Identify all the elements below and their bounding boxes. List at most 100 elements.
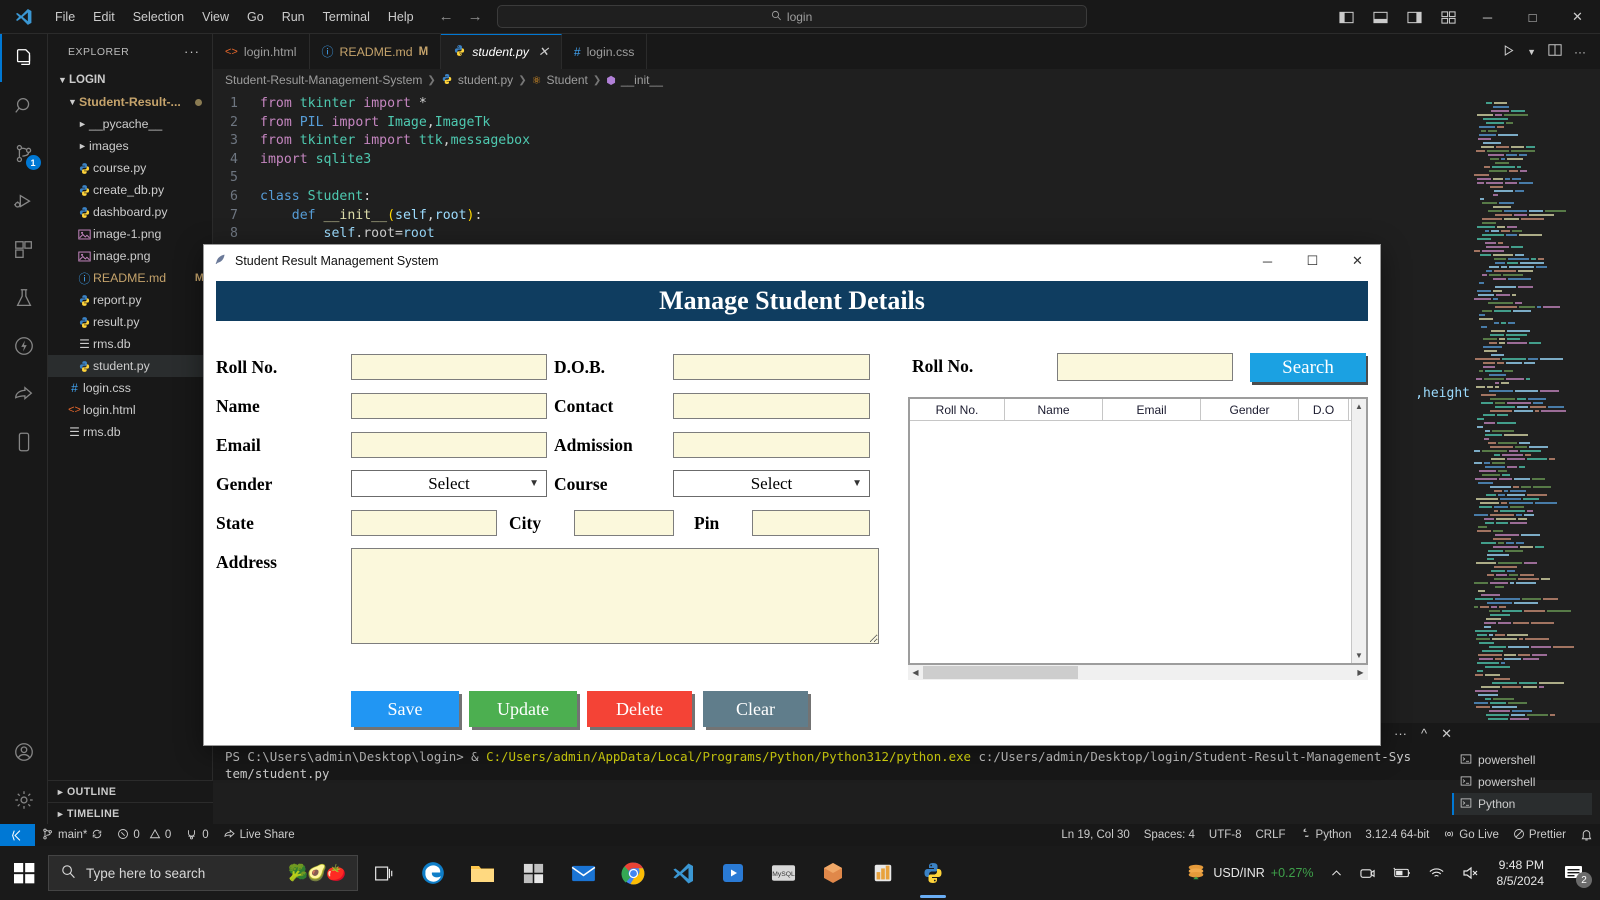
media-player-icon[interactable] <box>708 846 758 900</box>
edge-icon[interactable] <box>408 846 458 900</box>
th-email[interactable]: Email <box>1103 399 1201 420</box>
file-tree-item[interactable]: student.py <box>48 355 212 377</box>
input-contact[interactable] <box>673 393 870 419</box>
th-gender[interactable]: Gender <box>1201 399 1299 420</box>
file-tree-item[interactable]: ► __pycache__ <box>48 113 212 135</box>
input-roll-no[interactable] <box>351 354 547 380</box>
menu-edit[interactable]: Edit <box>84 6 124 28</box>
dropdown-gender[interactable]: Select ▼ <box>351 470 547 497</box>
clock-widget[interactable]: 9:48 PM 8/5/2024 <box>1487 857 1554 889</box>
breadcrumb-item-file[interactable]: student.py <box>458 73 513 87</box>
input-address[interactable] <box>351 548 879 644</box>
dialog-close-button[interactable]: ✕ <box>1335 245 1380 277</box>
sidebar-section-timeline[interactable]: ► TIMELINE <box>48 802 213 824</box>
menu-view[interactable]: View <box>193 6 238 28</box>
activity-explorer[interactable] <box>0 34 48 82</box>
activity-run-and-debug[interactable] <box>0 178 48 226</box>
task-view-icon[interactable] <box>358 846 408 900</box>
table-vertical-scrollbar[interactable]: ▲ ▼ <box>1351 399 1366 663</box>
tab-readme-md[interactable]: ⓘ README.md M <box>309 34 442 69</box>
scroll-right-icon[interactable]: ▶ <box>1353 668 1368 677</box>
status-prettier[interactable]: Prettier <box>1506 824 1573 846</box>
file-tree-item[interactable]: ☰ rms.db <box>48 421 212 443</box>
file-explorer-icon[interactable] <box>458 846 508 900</box>
window-close-button[interactable]: ✕ <box>1555 0 1600 34</box>
terminal-tab[interactable]: powershell <box>1452 749 1592 771</box>
dialog-maximize-button[interactable]: ☐ <box>1290 245 1335 277</box>
camera-icon[interactable] <box>1351 846 1384 900</box>
scroll-up-icon[interactable]: ▲ <box>1352 399 1366 414</box>
taskbar-search-box[interactable]: Type here to search 🥦🥑🍅 <box>48 855 358 891</box>
toggle-panel-icon[interactable] <box>1363 0 1397 34</box>
input-city[interactable] <box>574 510 674 536</box>
status-cursor-position[interactable]: Ln 19, Col 30 <box>1054 824 1136 846</box>
package-icon[interactable] <box>808 846 858 900</box>
file-tree-item[interactable]: # login.css <box>48 377 212 399</box>
excel-icon[interactable] <box>858 846 908 900</box>
tab-student-py[interactable]: student.py ✕ <box>441 34 562 69</box>
scroll-left-icon[interactable]: ◀ <box>908 668 923 677</box>
delete-button[interactable]: Delete <box>587 691 692 727</box>
breadcrumb-item-class[interactable]: Student <box>546 73 587 87</box>
vscode-icon[interactable] <box>658 846 708 900</box>
battery-icon[interactable] <box>1384 846 1420 900</box>
activity-settings[interactable] <box>0 776 48 824</box>
python-app-icon[interactable] <box>908 846 958 900</box>
mysql-icon[interactable]: MySQL <box>758 846 808 900</box>
maximize-panel-icon[interactable]: ^ <box>1421 726 1427 742</box>
menu-terminal[interactable]: Terminal <box>314 6 379 28</box>
status-interpreter[interactable]: 3.12.4 64-bit <box>1358 824 1436 846</box>
remote-window-icon[interactable] <box>0 824 35 846</box>
tab-login-html[interactable]: <> login.html <box>213 34 310 69</box>
th-roll-no[interactable]: Roll No. <box>910 399 1005 420</box>
terminal-output[interactable]: PS C:\Users\admin\Desktop\login> & C:/Us… <box>225 748 1435 782</box>
sidebar-section-outline[interactable]: ► OUTLINE <box>48 780 213 802</box>
breadcrumb-item-method[interactable]: __init__ <box>621 73 663 87</box>
go-forward-icon[interactable]: → <box>468 8 483 25</box>
activity-search[interactable] <box>0 82 48 130</box>
update-button[interactable]: Update <box>469 691 577 727</box>
sync-icon[interactable] <box>91 828 103 843</box>
code-editor[interactable]: 1 from tkinter import * 2 from PIL import I… <box>213 91 1600 244</box>
file-tree-item[interactable]: ⓘ README.md M <box>48 267 212 289</box>
show-hidden-icons-button[interactable] <box>1322 846 1351 900</box>
stock-widget[interactable]: USD/INR +0.27% <box>1177 846 1321 900</box>
explorer-more-actions-icon[interactable]: ··· <box>184 44 200 59</box>
go-back-icon[interactable]: ← <box>439 8 454 25</box>
file-tree-item[interactable]: ► images <box>48 135 212 157</box>
close-icon[interactable]: ✕ <box>538 44 549 60</box>
clear-button[interactable]: Clear <box>703 691 808 727</box>
terminal-tab[interactable]: powershell <box>1452 771 1592 793</box>
status-branch[interactable]: main* <box>35 824 110 846</box>
input-pin[interactable] <box>752 510 870 536</box>
close-panel-icon[interactable]: ✕ <box>1441 726 1452 742</box>
activity-live-share[interactable] <box>0 370 48 418</box>
status-eol[interactable]: CRLF <box>1249 824 1293 846</box>
window-maximize-button[interactable]: □ <box>1510 0 1555 34</box>
status-language-mode[interactable]: Python <box>1293 824 1359 846</box>
menu-file[interactable]: File <box>46 6 84 28</box>
status-notifications[interactable] <box>1573 824 1600 846</box>
status-ports[interactable]: 0 <box>178 824 215 846</box>
run-python-file-icon[interactable] <box>1502 44 1515 60</box>
file-tree-item[interactable]: dashboard.py <box>48 201 212 223</box>
table-horizontal-scrollbar[interactable]: ◀ ▶ <box>908 665 1368 680</box>
students-table[interactable]: Roll No. Name Email Gender D.O ▲ ▼ <box>908 397 1368 665</box>
notification-center-button[interactable]: 2 <box>1554 846 1594 900</box>
file-tree-item[interactable]: ▼ Student-Result-... <box>48 91 212 113</box>
mail-icon[interactable] <box>558 846 608 900</box>
chrome-icon[interactable] <box>608 846 658 900</box>
scroll-down-icon[interactable]: ▼ <box>1352 648 1366 663</box>
menu-run[interactable]: Run <box>273 6 314 28</box>
split-editor-icon[interactable] <box>1548 43 1562 60</box>
menu-help[interactable]: Help <box>379 6 423 28</box>
file-tree-item[interactable]: report.py <box>48 289 212 311</box>
file-tree-item[interactable]: <> login.html <box>48 399 212 421</box>
dialog-minimize-button[interactable]: ─ <box>1245 245 1290 277</box>
input-state[interactable] <box>351 510 497 536</box>
toggle-primary-sidebar-icon[interactable] <box>1329 0 1363 34</box>
activity-source-control[interactable]: 1 <box>0 130 48 178</box>
th-dob[interactable]: D.O <box>1299 399 1349 420</box>
more-editor-actions-icon[interactable]: ··· <box>1574 45 1586 59</box>
start-button[interactable] <box>0 846 48 900</box>
